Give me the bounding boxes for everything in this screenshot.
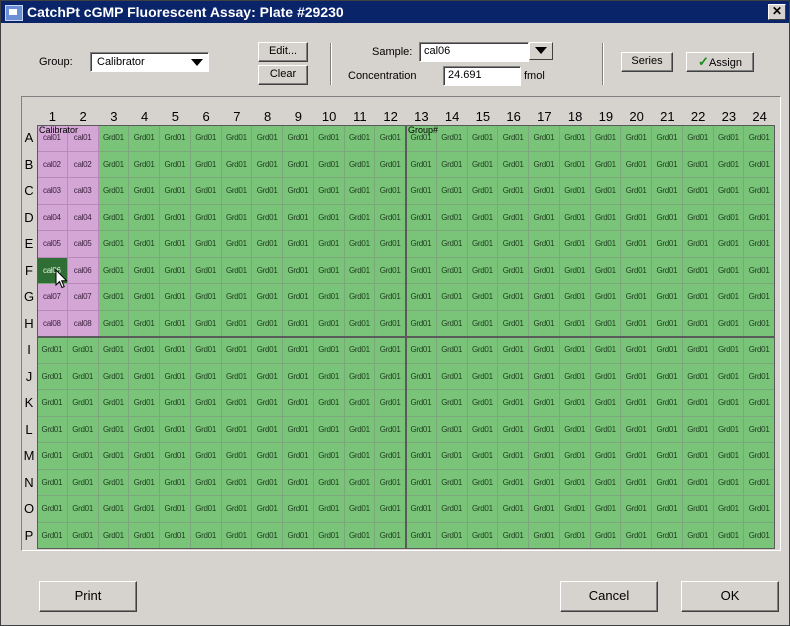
row-header[interactable]: L [22, 422, 36, 437]
plate-grid: cal01 cal01 Grd01 Grd01 Grd01 Grd01 Grd01 Grd01… [37, 125, 775, 549]
sample-input[interactable]: cal06 [419, 42, 529, 62]
row-header[interactable]: G [22, 289, 36, 304]
column-header[interactable]: 7 [222, 109, 253, 124]
column-header[interactable]: 21 [652, 109, 683, 124]
row-header[interactable]: H [22, 316, 36, 331]
concentration-input[interactable]: 24.691 [443, 66, 521, 86]
plate-outline [37, 125, 775, 549]
sample-label: Sample: [372, 46, 413, 58]
group-dropdown[interactable]: Calibrator [90, 52, 209, 72]
checkmark-icon: ✓ [698, 54, 709, 69]
close-button[interactable]: ✕ [768, 4, 786, 20]
row-header[interactable]: O [22, 501, 36, 516]
toolbar-separator [330, 43, 332, 85]
assign-button-label: Assign [708, 57, 742, 69]
column-header[interactable]: 17 [529, 109, 560, 124]
group-label: Group: [39, 56, 73, 68]
series-button[interactable]: Series [621, 52, 673, 72]
row-header[interactable]: J [22, 369, 36, 384]
column-header[interactable]: 18 [560, 109, 591, 124]
column-header[interactable]: 2 [68, 109, 99, 124]
row-header[interactable]: D [22, 210, 36, 225]
clear-button[interactable]: Clear [258, 65, 308, 85]
column-header[interactable]: 14 [437, 109, 468, 124]
row-header[interactable]: E [22, 236, 36, 251]
title-bar: CatchPt cGMP Fluorescent Assay: Plate #2… [1, 1, 789, 23]
column-header[interactable]: 1 [37, 109, 68, 124]
column-header[interactable]: 15 [468, 109, 499, 124]
row-header[interactable]: M [22, 448, 36, 463]
concentration-label: Concentration [348, 70, 417, 82]
column-header[interactable]: 19 [591, 109, 622, 124]
window-title: CatchPt cGMP Fluorescent Assay: Plate #2… [27, 4, 344, 20]
column-header[interactable]: 12 [375, 109, 406, 124]
column-header[interactable]: 10 [314, 109, 345, 124]
column-header[interactable]: 16 [498, 109, 529, 124]
row-header[interactable]: I [22, 342, 36, 357]
row-header[interactable]: B [22, 157, 36, 172]
sample-dropdown-button[interactable] [529, 42, 553, 60]
column-header[interactable]: 3 [99, 109, 130, 124]
column-header[interactable]: 4 [129, 109, 160, 124]
assay-plate-dialog: CatchPt cGMP Fluorescent Assay: Plate #2… [0, 0, 790, 626]
column-header[interactable]: 23 [714, 109, 745, 124]
edit-button[interactable]: Edit... [258, 42, 308, 62]
column-header[interactable]: 20 [621, 109, 652, 124]
app-icon [5, 5, 23, 21]
group-dropdown-value: Calibrator [97, 56, 145, 68]
column-header[interactable]: 9 [283, 109, 314, 124]
column-header[interactable]: 22 [683, 109, 714, 124]
toolbar-separator [602, 43, 604, 85]
ok-button[interactable]: OK [681, 581, 779, 612]
column-header[interactable]: 24 [744, 109, 775, 124]
column-header[interactable]: 11 [345, 109, 376, 124]
row-header[interactable]: K [22, 395, 36, 410]
row-header[interactable]: C [22, 183, 36, 198]
cancel-button[interactable]: Cancel [560, 581, 658, 612]
column-header[interactable]: 6 [191, 109, 222, 124]
column-header[interactable]: 8 [252, 109, 283, 124]
column-header[interactable]: 13 [406, 109, 437, 124]
print-button[interactable]: Print [39, 581, 137, 612]
assign-button[interactable]: ✓Assign [686, 52, 754, 72]
row-header[interactable]: F [22, 263, 36, 278]
mouse-pointer-icon [55, 269, 68, 289]
close-icon: ✕ [771, 4, 783, 18]
column-header[interactable]: 5 [160, 109, 191, 124]
row-header[interactable]: A [22, 130, 36, 145]
concentration-unit: fmol [524, 70, 545, 82]
row-header[interactable]: N [22, 475, 36, 490]
dropdown-arrow-icon [191, 59, 203, 66]
row-header[interactable]: P [22, 528, 36, 543]
dropdown-arrow-icon [535, 47, 547, 54]
